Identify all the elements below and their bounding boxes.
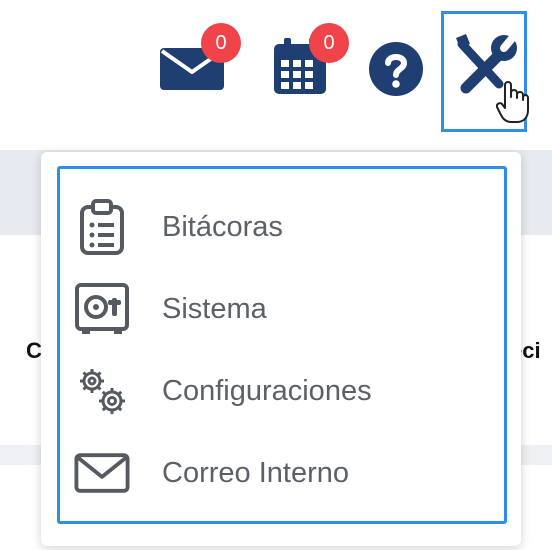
gears-icon	[74, 363, 130, 419]
help-icon	[369, 42, 423, 96]
clipboard-list-icon	[74, 199, 130, 255]
mail-notification-badge: 0	[201, 23, 241, 63]
calendar-notification-badge: 0	[309, 23, 349, 63]
hand-cursor-icon	[496, 81, 529, 123]
menu-item-label: Bitácoras	[162, 210, 283, 243]
safe-icon	[74, 281, 130, 337]
menu-item-sistema[interactable]: Sistema	[74, 274, 494, 344]
help-button[interactable]	[369, 42, 423, 96]
menu-item-label: Sistema	[162, 292, 267, 325]
envelope-icon	[74, 445, 130, 501]
menu-item-label: Correo Interno	[162, 456, 349, 489]
menu-item-correo-interno[interactable]: Correo Interno	[74, 438, 494, 508]
menu-item-label: Configuraciones	[162, 374, 372, 407]
menu-item-bitacoras[interactable]: Bitácoras	[74, 192, 494, 262]
tools-button[interactable]	[441, 11, 529, 132]
background-text-fragment-left: C	[26, 338, 42, 363]
menu-item-configuraciones[interactable]: Configuraciones	[74, 356, 494, 426]
